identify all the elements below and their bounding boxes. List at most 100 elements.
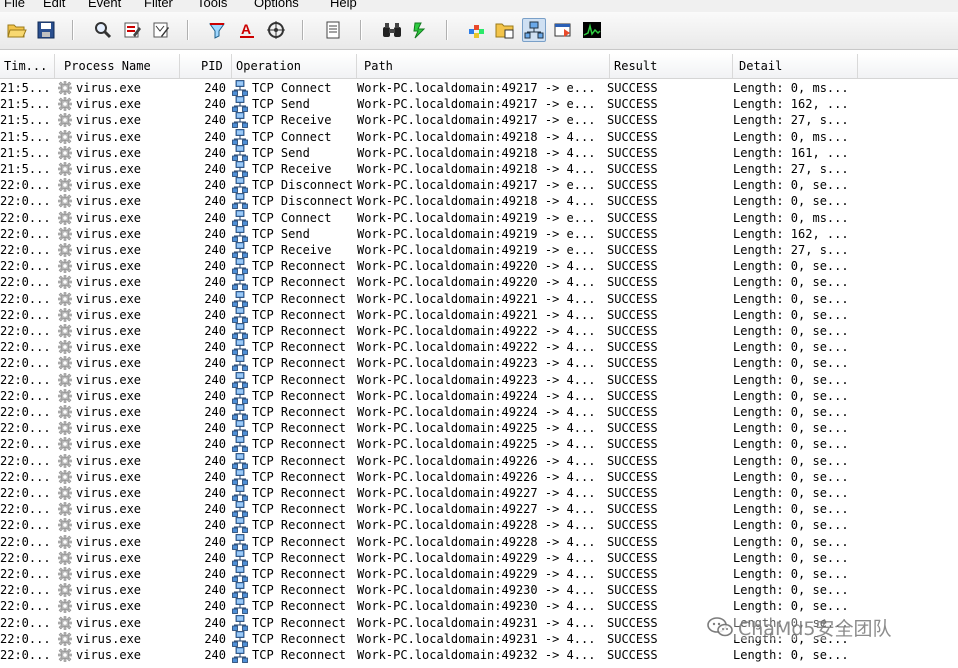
table-row[interactable]: 21:5... virus.exe 240 TCP Connect Work-PC.lo… <box>0 128 958 145</box>
find-icon[interactable] <box>91 18 115 42</box>
cell-pid: 240 <box>204 291 226 306</box>
cell-operation: TCP Connect <box>252 81 332 95</box>
process-activity-icon[interactable] <box>552 18 576 42</box>
table-row[interactable]: 22:0... virus.exe 240 TCP Reconnect Work-PC.… <box>0 598 958 615</box>
cell-pid: 240 <box>204 226 226 241</box>
cell-detail: Length: 0, se... <box>733 567 849 581</box>
cell-path: Work-PC.localdomain:49222 -> 4... <box>357 324 596 338</box>
properties-icon[interactable] <box>321 18 345 42</box>
table-row[interactable]: 22:0... virus.exe 240 TCP Receive Work-PC.lo… <box>0 242 958 258</box>
network-icon <box>232 387 248 404</box>
target-icon[interactable] <box>264 18 288 42</box>
menu-file[interactable]: File <box>4 0 25 12</box>
cell-result: SUCCESS <box>607 469 658 484</box>
cell-detail: Length: 27, s... <box>733 243 849 257</box>
column-operation[interactable]: Operation <box>232 54 357 78</box>
cell-result: SUCCESS <box>607 324 658 338</box>
cell-time: 22:0... <box>0 210 51 225</box>
menu-filter[interactable]: Filter <box>144 0 173 12</box>
jump-icon[interactable] <box>408 18 432 42</box>
registry-activity-icon[interactable] <box>465 18 489 42</box>
cell-operation: TCP Connect <box>252 210 332 225</box>
cell-path: Work-PC.localdomain:49217 -> e... <box>357 97 596 112</box>
table-row[interactable]: 21:5... virus.exe 240 TCP Send Work-PC.local… <box>0 96 958 113</box>
menu-event[interactable]: Event <box>88 0 121 12</box>
cell-process-name: virus.exe <box>76 502 142 517</box>
table-row[interactable]: 22:0... virus.exe 240 TCP Reconnect Work-PC.… <box>0 647 958 663</box>
table-row[interactable]: 21:5... virus.exe 240 TCP Receive Work-PC.lo… <box>0 112 958 129</box>
filter-edit-icon[interactable] <box>149 18 173 42</box>
table-row[interactable]: 22:0... virus.exe 240 TCP Disconnect Work-PC… <box>0 193 958 210</box>
table-row[interactable]: 22:0... virus.exe 240 TCP Reconnect Work-PC.… <box>0 306 958 323</box>
cell-operation: TCP Send <box>252 145 310 160</box>
cell-path: Work-PC.localdomain:49226 -> 4... <box>357 469 596 484</box>
table-row[interactable]: 22:0... virus.exe 240 TCP Reconnect Work-PC.… <box>0 323 958 339</box>
table-row[interactable]: 22:0... virus.exe 240 TCP Reconnect Work-PC.… <box>0 582 958 599</box>
binoculars-icon[interactable] <box>380 18 404 42</box>
open-icon[interactable] <box>5 18 29 42</box>
table-row[interactable]: 22:0... virus.exe 240 TCP Reconnect Work-PC.… <box>0 387 958 404</box>
column-detail[interactable]: Detail <box>733 54 858 78</box>
table-row[interactable]: 22:0... virus.exe 240 TCP Reconnect Work-PC.… <box>0 404 958 420</box>
cell-operation: TCP Reconnect <box>252 648 346 662</box>
menu-edit[interactable]: Edit <box>43 0 65 12</box>
table-row[interactable]: 22:0... virus.exe 240 TCP Reconnect Work-PC.… <box>0 517 958 534</box>
cell-time: 22:0... <box>0 275 51 290</box>
cell-time: 21:5... <box>0 81 51 95</box>
table-row[interactable]: 21:5... virus.exe 240 TCP Connect Work-PC.lo… <box>0 80 958 96</box>
highlight-text-icon[interactable]: A <box>235 18 259 42</box>
network-icon <box>232 193 248 210</box>
cell-time: 22:0... <box>0 178 51 193</box>
column-process-name[interactable]: Process Name <box>55 54 180 78</box>
cell-path: Work-PC.localdomain:49221 -> 4... <box>357 307 596 322</box>
table-row[interactable]: 22:0... virus.exe 240 TCP Reconnect Work-PC.… <box>0 355 958 372</box>
cell-pid: 240 <box>204 81 226 95</box>
process-gear-icon <box>58 210 72 225</box>
table-row[interactable]: 22:0... virus.exe 240 TCP Reconnect Work-PC.… <box>0 420 958 437</box>
cell-result: SUCCESS <box>607 583 658 598</box>
column-path[interactable]: Path <box>357 54 610 78</box>
table-row[interactable]: 22:0... virus.exe 240 TCP Disconnect Work-PC… <box>0 177 958 194</box>
table-row[interactable]: 22:0... virus.exe 240 TCP Reconnect Work-PC.… <box>0 566 958 582</box>
cell-operation: TCP Reconnect <box>252 275 346 290</box>
column-result[interactable]: Result <box>610 54 733 78</box>
cell-pid: 240 <box>204 486 226 500</box>
network-activity-icon[interactable] <box>522 18 546 42</box>
table-row[interactable]: 22:0... virus.exe 240 TCP Reconnect Work-PC.… <box>0 549 958 566</box>
cell-pid: 240 <box>204 437 226 452</box>
process-gear-icon <box>58 226 72 241</box>
table-row[interactable]: 22:0... virus.exe 240 TCP Reconnect Work-PC.… <box>0 274 958 291</box>
table-row[interactable]: 22:0... virus.exe 240 TCP Reconnect Work-PC.… <box>0 290 958 307</box>
save-icon[interactable] <box>34 18 58 42</box>
table-row[interactable]: 21:5... virus.exe 240 TCP Receive Work-PC.lo… <box>0 161 958 177</box>
profiling-icon[interactable] <box>580 18 604 42</box>
table-row[interactable]: 22:0... virus.exe 240 TCP Reconnect Work-PC.… <box>0 371 958 388</box>
cell-detail: Length: 0, se... <box>733 421 849 436</box>
cell-path: Work-PC.localdomain:49220 -> 4... <box>357 259 596 274</box>
file-activity-icon[interactable] <box>493 18 517 42</box>
table-row[interactable]: 22:0... virus.exe 240 TCP Send Work-PC.local… <box>0 225 958 242</box>
table-row[interactable]: 21:5... virus.exe 240 TCP Send Work-PC.local… <box>0 144 958 161</box>
highlight-icon[interactable] <box>120 18 144 42</box>
menu-help[interactable]: Help <box>330 0 357 12</box>
table-row[interactable]: 22:0... virus.exe 240 TCP Reconnect Work-PC.… <box>0 468 958 485</box>
table-row[interactable]: 22:0... virus.exe 240 TCP Reconnect Work-PC.… <box>0 452 958 469</box>
filter-icon[interactable] <box>205 18 229 42</box>
table-row[interactable]: 22:0... virus.exe 240 TCP Reconnect Work-PC.… <box>0 436 958 453</box>
cell-detail: Length: 0, ms... <box>733 210 849 225</box>
table-row[interactable]: 22:0... virus.exe 240 TCP Reconnect Work-PC.… <box>0 501 958 518</box>
process-gear-icon <box>58 486 72 500</box>
table-row[interactable]: 22:0... virus.exe 240 TCP Reconnect Work-PC.… <box>0 339 958 356</box>
menu-tools[interactable]: Tools <box>197 0 227 12</box>
column-pid[interactable]: PID <box>180 54 232 78</box>
table-row[interactable]: 22:0... virus.exe 240 TCP Reconnect Work-PC.… <box>0 258 958 275</box>
column-time[interactable]: Tim... <box>0 54 55 78</box>
cell-detail: Length: 161, ... <box>733 145 849 160</box>
cell-detail: Length: 0, se... <box>733 307 849 322</box>
table-row[interactable]: 22:0... virus.exe 240 TCP Reconnect Work-PC.… <box>0 485 958 501</box>
cell-result: SUCCESS <box>607 243 658 257</box>
table-row[interactable]: 22:0... virus.exe 240 TCP Reconnect Work-PC.… <box>0 533 958 550</box>
cell-path: Work-PC.localdomain:49227 -> 4... <box>357 486 596 500</box>
table-row[interactable]: 22:0... virus.exe 240 TCP Connect Work-PC.lo… <box>0 209 958 226</box>
menu-options[interactable]: Options <box>254 0 299 12</box>
